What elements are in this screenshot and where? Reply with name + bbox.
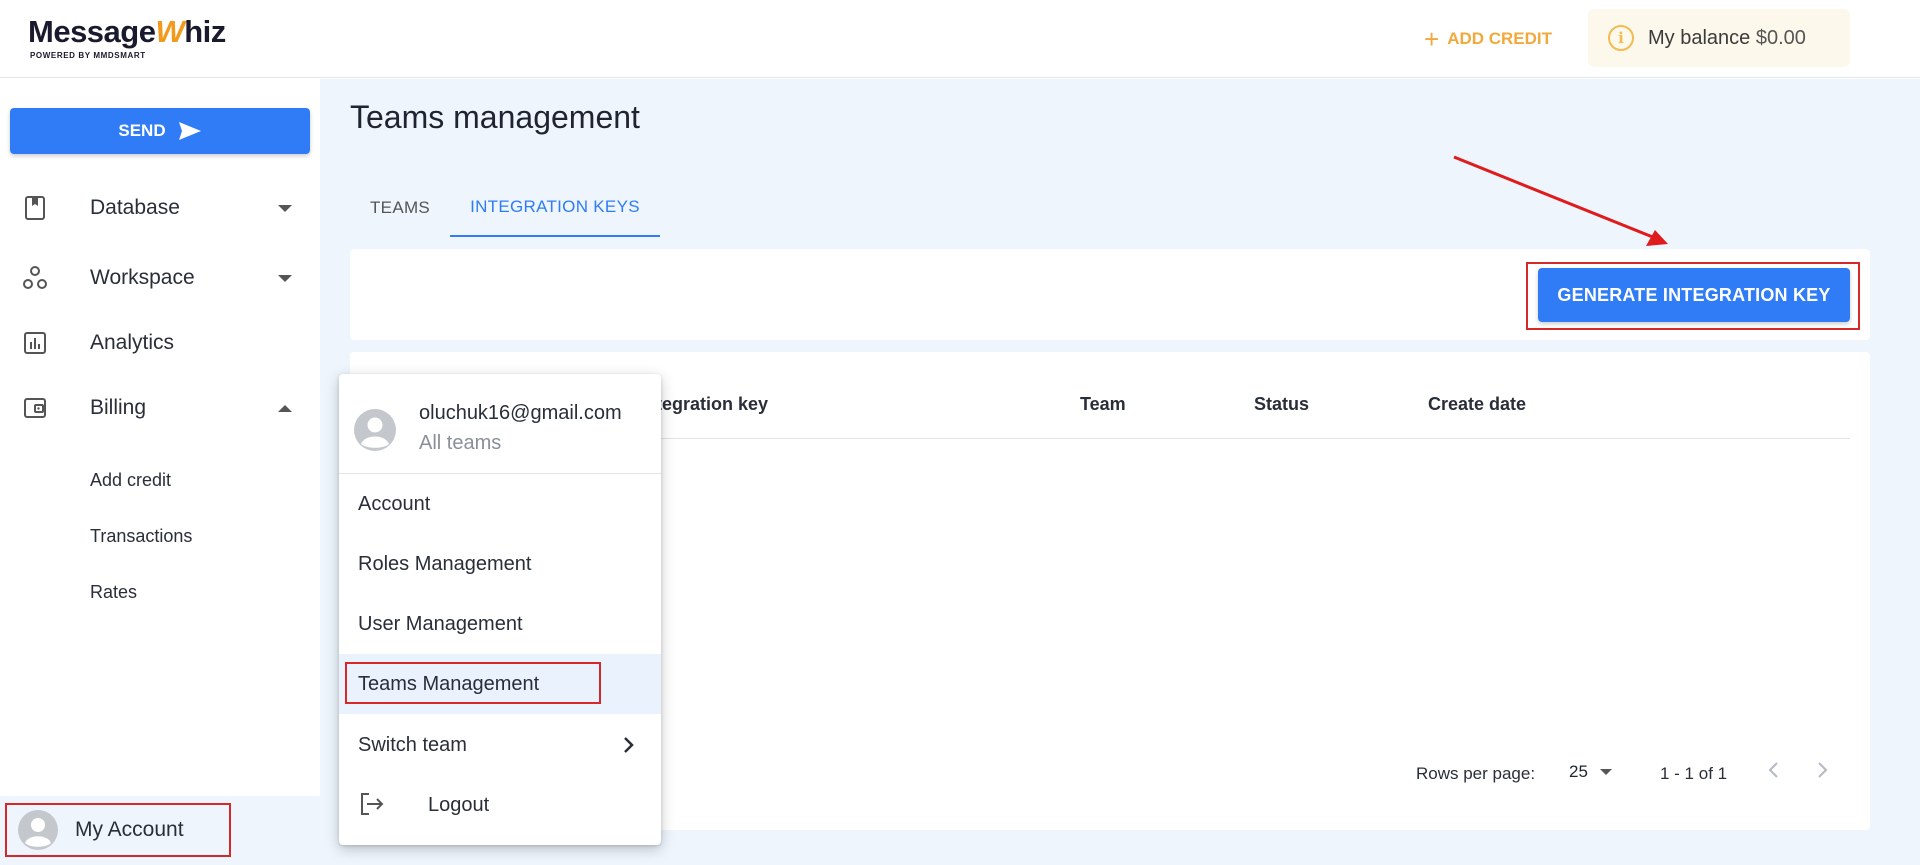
dropdown-arrow-icon (1599, 769, 1612, 775)
menu-item-user-management[interactable]: User Management (339, 594, 661, 654)
analytics-icon (22, 330, 48, 356)
chevron-down-icon (278, 204, 292, 212)
previous-page-button[interactable] (1759, 756, 1787, 784)
rows-per-page-label: Rows per page: (1416, 764, 1536, 783)
menu-item-label: Account (358, 492, 431, 515)
avatar-icon (354, 409, 396, 451)
brand-logo[interactable]: MessageWhiz POWERED BY MMDSMART (28, 14, 228, 64)
my-account-button[interactable]: My Account (5, 803, 231, 857)
menu-item-label: User Management (358, 612, 523, 635)
rows-per-page-select[interactable]: 25 (1569, 762, 1612, 782)
sidebar-subitem-add-credit[interactable]: Add credit (90, 470, 171, 491)
menu-item-label: Logout (428, 793, 490, 816)
account-menu: oluchuk16@gmail.com All teams Account Ro… (339, 374, 661, 845)
logout-icon (361, 793, 384, 815)
account-team: All teams (419, 432, 502, 454)
account-email: oluchuk16@gmail.com (419, 402, 622, 424)
balance-widget: i My balance $0.00 (1588, 9, 1850, 67)
my-account-label: My Account (75, 818, 184, 841)
menu-item-label: Switch team (358, 733, 467, 756)
selection-highlight (345, 662, 601, 704)
sidebar-item-analytics[interactable]: Analytics (0, 318, 320, 368)
brand-logo-wordmark: MessageWhiz (28, 14, 226, 49)
menu-item-account[interactable]: Account (339, 474, 661, 534)
send-icon (178, 122, 201, 140)
bookmark-icon (22, 195, 48, 221)
rows-per-page-value: 25 (1569, 762, 1588, 781)
page-title: Teams management (350, 99, 640, 135)
menu-item-label: Roles Management (358, 552, 532, 575)
sidebar-item-billing[interactable]: Billing (0, 383, 320, 433)
sidebar-subitem-rates[interactable]: Rates (90, 582, 137, 603)
menu-item-logout[interactable]: Logout (339, 775, 661, 835)
sidebar-item-label: Billing (90, 396, 147, 419)
workspace-icon (22, 265, 48, 291)
chevron-right-icon (624, 737, 634, 753)
tabs: TEAMS INTEGRATION KEYS (350, 179, 660, 237)
annotation-arrow (1453, 155, 1668, 246)
sidebar-subitem-transactions[interactable]: Transactions (90, 526, 192, 547)
next-page-button[interactable] (1809, 756, 1837, 784)
send-label: SEND (118, 121, 166, 140)
info-icon: i (1608, 25, 1634, 51)
top-bar: MessageWhiz POWERED BY MMDSMART + ADD CR… (0, 0, 1920, 78)
sidebar-item-workspace[interactable]: Workspace (0, 253, 320, 303)
sidebar-item-label: Workspace (90, 266, 195, 289)
wallet-icon (22, 395, 48, 421)
account-menu-header: oluchuk16@gmail.com All teams (339, 374, 661, 474)
tab-integration-keys[interactable]: INTEGRATION KEYS (450, 179, 660, 237)
chevron-left-icon (1768, 762, 1778, 778)
column-header-status[interactable]: Status (1254, 394, 1309, 415)
menu-item-roles-management[interactable]: Roles Management (339, 534, 661, 594)
sidebar-item-label: Analytics (90, 331, 175, 354)
my-account-section: My Account (0, 796, 320, 865)
avatar-icon (18, 810, 58, 850)
tab-teams[interactable]: TEAMS (350, 179, 450, 237)
sidebar-item-database[interactable]: Database (0, 183, 320, 233)
menu-item-teams-management[interactable]: Teams Management (339, 654, 661, 714)
pagination-range: 1 - 1 of 1 (1660, 764, 1728, 783)
send-button[interactable]: SEND (10, 108, 310, 154)
column-header-team[interactable]: Team (1080, 394, 1126, 415)
add-credit-label: ADD CREDIT (1447, 29, 1553, 48)
balance-text: My balance $0.00 (1648, 26, 1806, 49)
menu-item-switch-team[interactable]: Switch team (339, 715, 661, 775)
generate-integration-key-button[interactable]: GENERATE INTEGRATION KEY (1538, 268, 1850, 322)
sidebar: SEND Database Workspace Analytics Billin… (0, 79, 320, 865)
add-credit-button[interactable]: + ADD CREDIT (1424, 26, 1552, 52)
brand-tagline: POWERED BY MMDSMART (30, 51, 146, 60)
column-header-create-date[interactable]: Create date (1428, 394, 1526, 415)
chevron-down-icon (278, 274, 292, 282)
chevron-right-icon (1818, 762, 1828, 778)
sidebar-item-label: Database (90, 196, 180, 219)
chevron-up-icon (278, 404, 292, 412)
plus-icon: + (1424, 24, 1440, 54)
